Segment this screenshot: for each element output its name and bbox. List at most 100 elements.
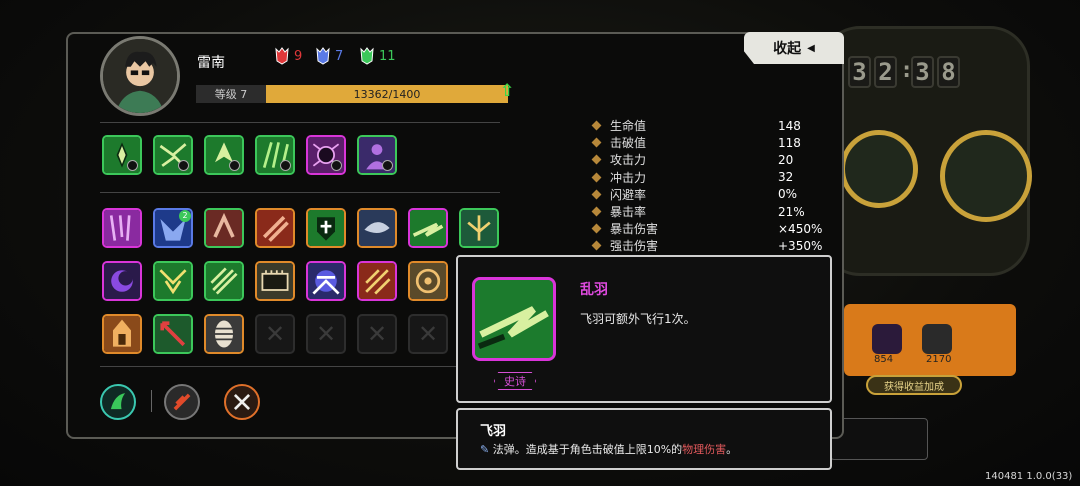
stat-label: 攻击力 — [610, 153, 647, 168]
skill-icon[interactable] — [153, 135, 193, 175]
stack-count-badge: 2 — [179, 210, 191, 222]
feather-item-icon — [472, 277, 556, 361]
element-badge-icon — [382, 160, 393, 171]
item-icon[interactable] — [153, 314, 193, 354]
element-badge-icon — [127, 160, 138, 171]
item-icon[interactable] — [102, 314, 142, 354]
level-label: 等级 7 — [196, 85, 266, 103]
game-screen: 3 2 : 3 8 854 2170 获得收益加成 收起 ◀ 雷南 9 7 11… — [0, 0, 1080, 486]
stat-label: 生命值 — [610, 119, 647, 133]
collapse-button[interactable]: 收起 ◀ — [744, 32, 844, 64]
diamond-bullet-icon — [591, 223, 602, 234]
divider — [100, 192, 500, 193]
item-icon[interactable]: 2 — [153, 208, 193, 248]
skill-icon[interactable] — [357, 135, 397, 175]
skill-desc-text: 法弹。造成基于角色击破值上限10%的 — [492, 443, 683, 456]
stat-value: ×450% — [778, 221, 823, 236]
triangle-left-icon: ◀ — [807, 42, 815, 54]
empty-slot[interactable]: ✕ — [255, 314, 295, 354]
rarity-badge: 史诗 — [494, 372, 536, 390]
mask-counter-green: 11 — [360, 47, 396, 65]
empty-slot[interactable]: ✕ — [357, 314, 397, 354]
empty-slot[interactable]: ✕ — [408, 314, 448, 354]
version-label: 140481 1.0.0(33) — [985, 471, 1073, 482]
mask-counter-red: 9 — [275, 47, 302, 65]
scissors-button[interactable] — [224, 384, 260, 420]
diamond-bullet-icon — [591, 189, 602, 200]
item-button[interactable] — [164, 384, 200, 420]
diamond-bullet-icon — [591, 137, 602, 148]
element-badge-icon — [280, 160, 291, 171]
collapse-label: 收起 — [773, 41, 802, 57]
item-icon[interactable] — [204, 261, 244, 301]
item-icon[interactable] — [102, 261, 142, 301]
empty-slot[interactable]: ✕ — [306, 314, 346, 354]
red-mask-icon — [275, 47, 289, 65]
reward-value: 854 — [874, 354, 894, 365]
item-icon[interactable] — [204, 314, 244, 354]
stat-label: 强击伤害 — [610, 239, 659, 254]
blue-mask-icon — [316, 47, 330, 65]
item-icon[interactable] — [408, 261, 448, 301]
item-icon[interactable] — [102, 208, 142, 248]
wing-skill-button[interactable] — [100, 384, 136, 420]
diamond-bullet-icon — [591, 120, 602, 131]
skill-description: ✎ 法弹。造成基于角色击破值上限10%的物理伤害。 — [480, 441, 737, 457]
character-portrait-icon — [103, 39, 177, 113]
stat-value: 118 — [778, 135, 801, 150]
skill-icon[interactable] — [306, 135, 346, 175]
avatar[interactable] — [100, 36, 180, 116]
player-portrait — [940, 130, 1032, 222]
stat-row: 击破值 118 — [591, 134, 801, 151]
stat-value: 0% — [778, 187, 798, 202]
clock-colon: : — [900, 58, 914, 83]
item-icon[interactable] — [204, 208, 244, 248]
item-icon[interactable] — [255, 261, 295, 301]
reward-item-orb — [872, 324, 902, 354]
stat-value: 21% — [778, 204, 805, 219]
clock-digit: 2 — [874, 56, 897, 88]
diamond-bullet-icon — [591, 206, 602, 217]
stat-row: 冲击力 32 — [591, 169, 794, 186]
stat-row: 强击伤害 +350% — [591, 237, 823, 254]
mask-count: 7 — [335, 48, 344, 64]
item-icon[interactable] — [306, 208, 346, 248]
skill-icon[interactable] — [204, 135, 244, 175]
bonus-button[interactable]: 获得收益加成 — [866, 375, 962, 395]
level-up-arrow-icon[interactable]: ⇧ — [500, 81, 514, 101]
stat-label: 冲击力 — [610, 170, 647, 185]
stat-row: 闪避率 0% — [591, 186, 798, 203]
mask-counter-blue: 7 — [316, 47, 343, 65]
stat-value: +350% — [778, 238, 823, 253]
stat-value: 20 — [778, 152, 794, 167]
clock-digit: 8 — [937, 56, 960, 88]
element-badge-icon — [229, 160, 240, 171]
slash-icon — [173, 393, 191, 411]
level-bar: 等级 7 13362/1400 — [196, 85, 508, 103]
item-icon[interactable] — [408, 208, 448, 248]
diamond-bullet-icon — [591, 240, 602, 251]
divider — [100, 366, 500, 367]
stat-row: 生命值 148 — [591, 117, 801, 134]
item-icon[interactable] — [357, 261, 397, 301]
xp-text: 13362/1400 — [353, 87, 421, 101]
item-description: 飞羽可额外飞行1次。 — [580, 312, 696, 326]
item-icon[interactable] — [153, 261, 193, 301]
background-box — [830, 418, 928, 460]
reward-value: 2170 — [926, 354, 952, 365]
skill-tooltip: 飞羽 ✎ 法弹。造成基于角色击破值上限10%的物理伤害。 — [456, 408, 832, 470]
item-icon[interactable] — [357, 208, 397, 248]
clock-digit: 3 — [848, 56, 871, 88]
character-name: 雷南 — [197, 55, 225, 71]
scissors-icon — [233, 393, 251, 411]
stat-label: 闪避率 — [610, 187, 647, 202]
skill-icon[interactable] — [102, 135, 142, 175]
item-icon[interactable] — [255, 208, 295, 248]
item-icon[interactable] — [306, 261, 346, 301]
stat-value: 32 — [778, 170, 794, 185]
reward-item-card — [922, 324, 952, 354]
item-icon[interactable] — [459, 208, 499, 248]
stat-label: 击破值 — [610, 136, 647, 151]
skill-icon[interactable] — [255, 135, 295, 175]
diamond-bullet-icon — [591, 154, 602, 165]
